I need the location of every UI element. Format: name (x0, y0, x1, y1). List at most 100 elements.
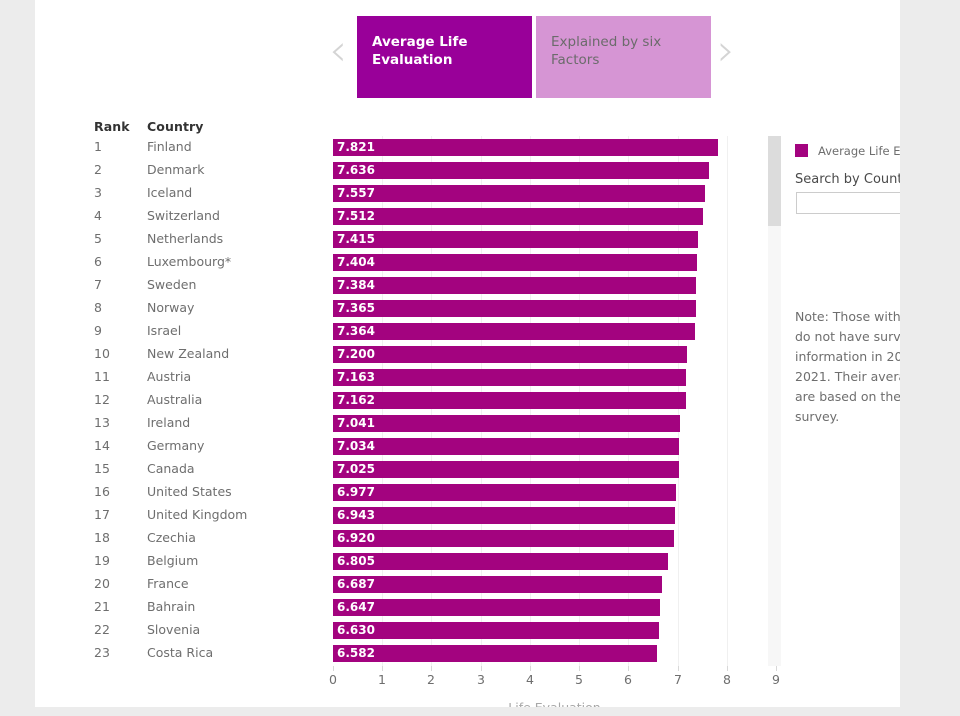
bar[interactable] (333, 208, 703, 225)
bar-track: 7.384 (333, 274, 776, 297)
bar-value-label: 6.687 (337, 577, 375, 591)
bar[interactable] (333, 231, 698, 248)
bar-track: 7.365 (333, 297, 776, 320)
x-axis-tick-mark (530, 666, 531, 671)
story-point-average-life-evaluation[interactable]: Average Life Evaluation (357, 16, 532, 98)
plot-vertical-scrollbar[interactable] (768, 136, 781, 666)
bar[interactable] (333, 185, 705, 202)
bar[interactable] (333, 139, 718, 156)
x-axis-tick-mark (333, 666, 334, 671)
cell-rank: 22 (94, 622, 110, 637)
cell-country: Slovenia (147, 622, 201, 637)
cell-rank: 16 (94, 484, 110, 499)
bar[interactable] (333, 599, 661, 616)
bar[interactable] (333, 392, 686, 409)
bar[interactable] (333, 162, 709, 179)
x-axis-tick-mark (431, 666, 432, 671)
bar-value-label: 6.582 (337, 646, 375, 660)
cell-country: Denmark (147, 162, 205, 177)
bar[interactable] (333, 576, 663, 593)
bar-track: 7.636 (333, 159, 776, 182)
cell-country: Austria (147, 369, 192, 384)
bar-value-label: 7.041 (337, 416, 375, 430)
bar-track: 7.404 (333, 251, 776, 274)
bar[interactable] (333, 461, 679, 478)
bar-track: 7.364 (333, 320, 776, 343)
visualization-canvas: ‹ Average Life Evaluation Explained by s… (0, 0, 960, 716)
bar-track: 6.687 (333, 573, 776, 596)
x-axis-tick-mark (579, 666, 580, 671)
bar-value-label: 7.034 (337, 439, 375, 453)
bar-value-label: 7.162 (337, 393, 375, 407)
cell-rank: 5 (94, 231, 102, 246)
x-axis-tick-label: 5 (575, 672, 583, 687)
cell-country: Switzerland (147, 208, 220, 223)
bar-value-label: 7.821 (337, 140, 375, 154)
right-panel: Average Life Evaluat Search by Country N… (790, 130, 900, 460)
bar-track: 6.977 (333, 481, 776, 504)
x-axis: 0 1 2 3 4 5 6 7 8 9 (329, 666, 793, 696)
bar-value-label: 7.404 (337, 255, 375, 269)
bar-track: 6.805 (333, 550, 776, 573)
bar[interactable] (333, 438, 680, 455)
bar[interactable] (333, 553, 668, 570)
bar-track: 7.415 (333, 228, 776, 251)
bar-track: 6.943 (333, 504, 776, 527)
bar[interactable] (333, 369, 686, 386)
bar[interactable] (333, 530, 674, 547)
cell-country: Netherlands (147, 231, 224, 246)
bar[interactable] (333, 300, 696, 317)
bar-value-label: 6.920 (337, 531, 375, 545)
cell-country: Finland (147, 139, 192, 154)
bar-value-label: 7.384 (337, 278, 375, 292)
column-header-rank[interactable]: Rank (94, 119, 130, 134)
bar-track: 6.647 (333, 596, 776, 619)
bar-value-label: 7.557 (337, 186, 375, 200)
bar-value-label: 6.943 (337, 508, 375, 522)
bar-value-label: 6.977 (337, 485, 375, 499)
cell-rank: 11 (94, 369, 110, 384)
cell-rank: 6 (94, 254, 102, 269)
legend-label: Average Life Evaluat (818, 143, 900, 158)
bar-track: 7.557 (333, 182, 776, 205)
cell-country: Belgium (147, 553, 199, 568)
bar[interactable] (333, 415, 680, 432)
x-axis-tick-label: 1 (378, 672, 386, 687)
chevron-left-icon[interactable]: ‹ (325, 29, 351, 76)
bar[interactable] (333, 645, 657, 662)
bar-track: 7.821 (333, 136, 776, 159)
x-axis-tick-label: 4 (526, 672, 534, 687)
bar-track: 7.200 (333, 343, 776, 366)
cell-rank: 12 (94, 392, 110, 407)
x-axis-tick-label: 2 (427, 672, 435, 687)
legend-color-swatch (795, 144, 808, 157)
column-header-country[interactable]: Country (147, 119, 204, 134)
cell-rank: 2 (94, 162, 102, 177)
plot-vertical-scrollbar-thumb[interactable] (768, 136, 781, 226)
cell-rank: 21 (94, 599, 110, 614)
bar[interactable] (333, 323, 696, 340)
cell-country: Sweden (147, 277, 197, 292)
bar[interactable] (333, 622, 660, 639)
bar[interactable] (333, 507, 675, 524)
cell-country: Australia (147, 392, 203, 407)
cell-rank: 7 (94, 277, 102, 292)
x-axis-tick-label: 3 (477, 672, 485, 687)
bar[interactable] (333, 346, 688, 363)
x-axis-tick-mark (727, 666, 728, 671)
bar-value-label: 7.025 (337, 462, 375, 476)
bar[interactable] (333, 254, 698, 271)
story-point-label: Explained by six Factors (551, 34, 662, 68)
search-input[interactable] (796, 192, 900, 214)
cell-country: Luxembourg* (147, 254, 232, 269)
bar-value-label: 7.200 (337, 347, 375, 361)
story-point-explained-by-six-factors[interactable]: Explained by six Factors (536, 16, 711, 98)
bar-value-label: 7.636 (337, 163, 375, 177)
chevron-right-icon[interactable]: › (713, 29, 739, 76)
x-axis-tick-label: 6 (624, 672, 632, 687)
cell-country: Iceland (147, 185, 193, 200)
bar[interactable] (333, 277, 697, 294)
cell-rank: 8 (94, 300, 102, 315)
bar[interactable] (333, 484, 677, 501)
story-point-label: Average Life Evaluation (372, 34, 468, 68)
